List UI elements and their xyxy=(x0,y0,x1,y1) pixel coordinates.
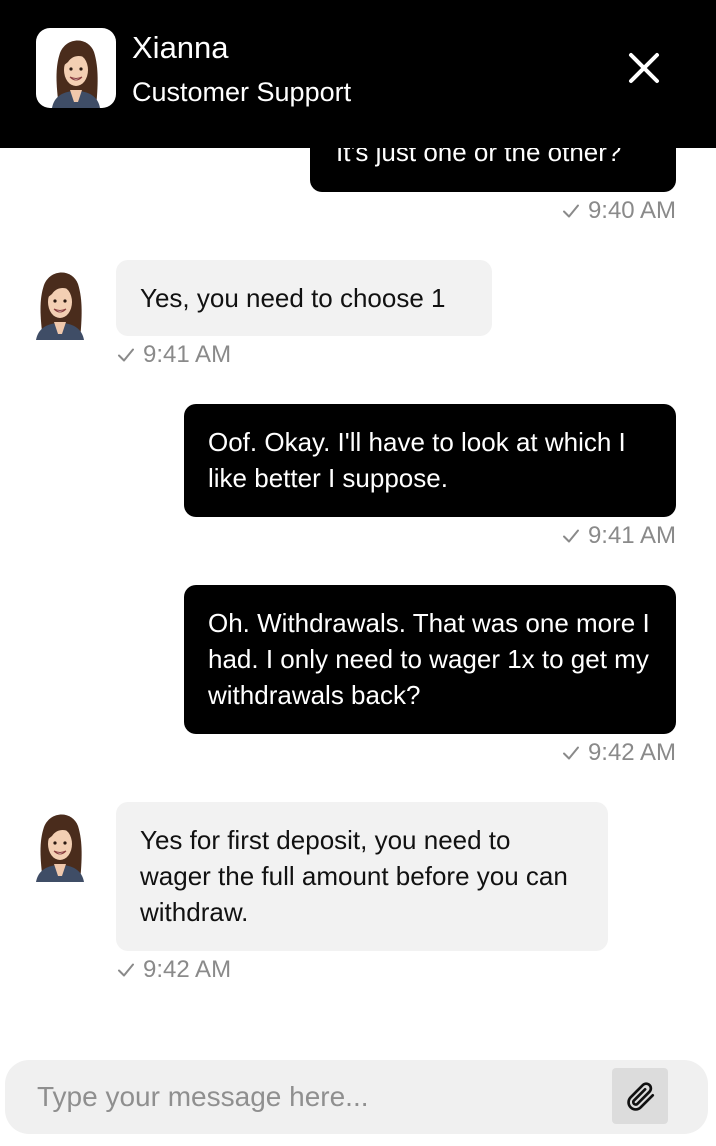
message-bubble-outgoing: Oh. Withdrawals. That was one more I had… xyxy=(184,585,676,734)
message-meta: 9:42 AM xyxy=(476,738,676,768)
message-bubble-outgoing: Oof. Okay. I'll have to look at which I … xyxy=(184,404,676,517)
message-text: Oh. Withdrawals. That was one more I had… xyxy=(208,608,650,710)
agent-role: Customer Support xyxy=(132,77,352,107)
attach-button[interactable] xyxy=(612,1068,668,1124)
message-timestamp: 9:42 AM xyxy=(587,739,676,766)
message-bubble-incoming: Yes for first deposit, you need to wager… xyxy=(116,802,608,951)
message-text: Oof. Okay. I'll have to look at which I … xyxy=(208,427,626,493)
message-timestamp: 9:42 AM xyxy=(143,956,232,983)
message-text: Yes, you need to choose 1 xyxy=(140,283,446,313)
agent-avatar xyxy=(20,802,100,882)
message-meta: 9:42 AM xyxy=(116,955,316,985)
agent-name: Xianna xyxy=(132,30,229,65)
close-button[interactable] xyxy=(616,42,672,94)
message-text: Yes for first deposit, you need to wager… xyxy=(140,825,568,927)
message-composer xyxy=(5,1060,708,1134)
check-icon xyxy=(561,743,581,763)
chat-widget: It's just one or the other? 9:40 AM Yes,… xyxy=(0,0,716,1146)
message-input[interactable] xyxy=(37,1074,597,1120)
agent-avatar xyxy=(20,260,100,340)
message-timestamp: 9:41 AM xyxy=(143,341,232,368)
message-timestamp: 9:41 AM xyxy=(587,522,676,549)
close-icon xyxy=(629,53,659,83)
check-icon xyxy=(116,960,136,980)
message-meta: 9:41 AM xyxy=(116,340,316,370)
message-meta: 9:41 AM xyxy=(476,521,676,551)
agent-header-avatar xyxy=(36,28,116,108)
check-icon xyxy=(561,526,581,546)
check-icon xyxy=(561,201,581,221)
message-bubble-incoming: Yes, you need to choose 1 xyxy=(116,260,492,336)
chat-header: Xianna Customer Support xyxy=(0,0,716,148)
paperclip-icon xyxy=(627,1082,655,1111)
message-meta: 9:40 AM xyxy=(476,196,676,226)
message-timestamp: 9:40 AM xyxy=(587,197,676,224)
check-icon xyxy=(116,345,136,365)
